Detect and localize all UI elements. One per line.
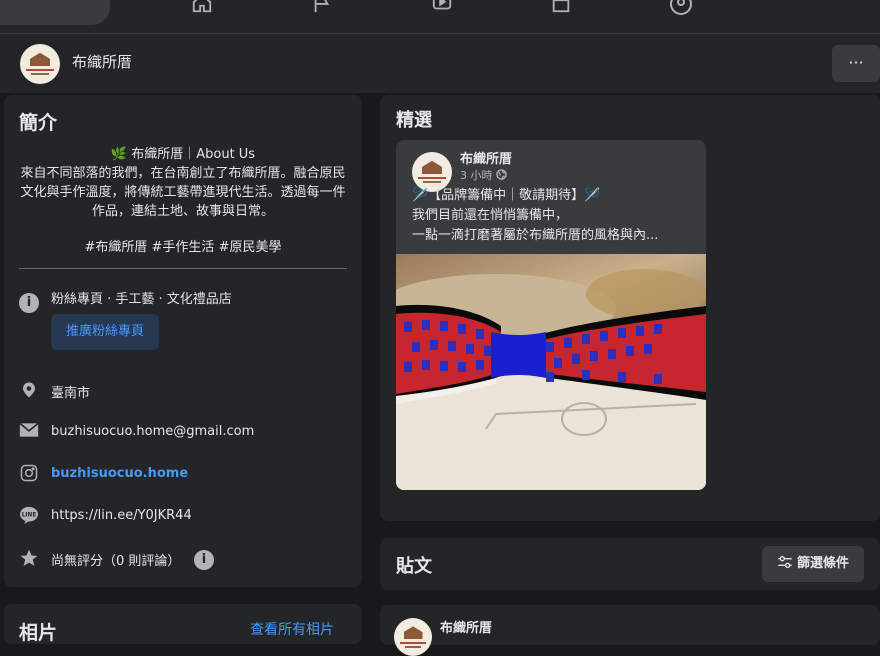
post-line-3: 一點一滴打磨著屬於布織所厝的風格與內...	[412, 228, 659, 243]
post-image-bow-tie[interactable]	[396, 254, 706, 490]
featured-title: 精選	[396, 110, 432, 131]
post-author-name[interactable]: 布織所厝	[440, 617, 492, 636]
flag-icon[interactable]	[309, 0, 335, 18]
intro-body: 來自不同部落的我們，在台南創立了布織所厝。融合原民文化與手作溫度，將傳統工藝帶進…	[20, 166, 346, 219]
rating-text: 尚無評分（0 則評論）	[51, 554, 181, 569]
photos-title: 相片	[19, 622, 58, 644]
post-line-1: 🪡【品牌籌備中｜敬請期待】🪡	[412, 188, 601, 203]
intro-title: 簡介	[19, 112, 58, 134]
home-icon[interactable]	[189, 0, 215, 18]
post-timestamp[interactable]: 3 小時	[460, 167, 507, 183]
instagram-link[interactable]: buzhisuocuo.home	[51, 466, 188, 481]
intro-heading: 🌿 布織所厝｜About Us	[110, 147, 256, 162]
location-pin-icon	[19, 380, 39, 400]
top-navigation-bar	[0, 0, 880, 34]
email-text: buzhisuocuo.home@gmail.com	[51, 424, 255, 439]
star-icon	[19, 548, 39, 568]
globe-icon	[496, 169, 507, 180]
rating-info-icon[interactable]: i	[194, 548, 214, 570]
post-line-2: 我們目前還在悄悄籌備中，	[412, 208, 569, 223]
intro-hashtags: #布織所厝 #手作生活 #原民美學	[84, 240, 282, 255]
more-options-button[interactable]: ···	[832, 45, 880, 82]
search-box[interactable]	[0, 0, 110, 25]
post-author-avatar[interactable]	[394, 618, 432, 656]
page-avatar[interactable]	[20, 44, 60, 84]
filter-button[interactable]: 篩選條件	[762, 546, 864, 582]
post-author-name[interactable]: 布織所厝	[460, 148, 512, 167]
groups-icon[interactable]	[668, 0, 694, 18]
post-text: 🪡【品牌籌備中｜敬請期待】🪡 我們目前還在悄悄籌備中， 一點一滴打磨著屬於布織所…	[412, 186, 697, 246]
line-icon: LINE	[19, 506, 39, 526]
filter-label: 篩選條件	[796, 556, 849, 571]
info-icon: i	[19, 291, 39, 313]
see-all-photos-link[interactable]: 查看所有相片	[250, 619, 334, 639]
svg-text:LINE: LINE	[22, 513, 37, 519]
mail-icon	[19, 422, 39, 442]
intro-divider	[19, 268, 347, 269]
instagram-icon	[19, 464, 39, 484]
intro-bio: 🌿 布織所厝｜About Us 來自不同部落的我們，在台南創立了布織所厝。融合原…	[18, 145, 348, 257]
page-name[interactable]: 布織所厝	[72, 51, 132, 72]
video-icon[interactable]	[429, 0, 455, 18]
posts-title: 貼文	[396, 556, 432, 577]
line-url: https://lin.ee/Y0JKR44	[51, 508, 192, 523]
location-text: 臺南市	[51, 386, 91, 401]
page-category: 粉絲專頁 · 手工藝 · 文化禮品店	[51, 292, 232, 307]
marketplace-icon[interactable]	[548, 0, 574, 18]
filter-sliders-icon	[778, 556, 792, 568]
promote-page-button[interactable]: 推廣粉絲專頁	[51, 314, 159, 350]
